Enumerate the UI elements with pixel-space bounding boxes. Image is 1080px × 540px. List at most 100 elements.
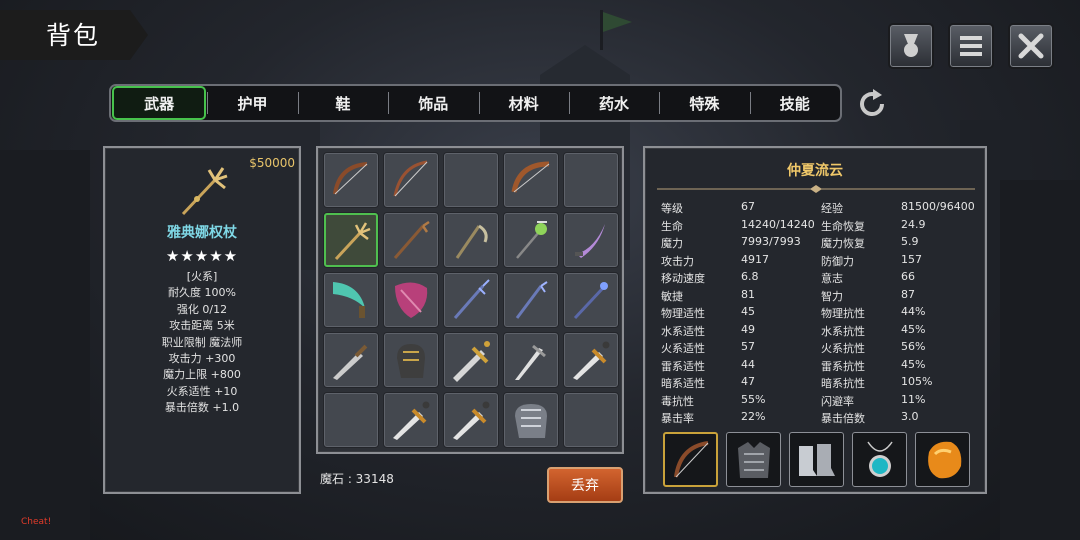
inventory-slot[interactable] xyxy=(504,393,558,447)
discard-button[interactable]: 丢弃 xyxy=(547,467,623,503)
inventory-slot[interactable] xyxy=(564,273,618,327)
ornament-divider xyxy=(657,185,975,193)
item-stats: [火系] 耐久度 100% 强化 0/12 攻击距离 5米 职业限制 魔法师 攻… xyxy=(105,269,299,417)
staff-blue-icon xyxy=(573,282,608,320)
item-stat-line: 职业限制 魔法师 xyxy=(161,335,243,349)
inventory-slot[interactable] xyxy=(384,393,438,447)
inventory-slot[interactable] xyxy=(444,273,498,327)
tab-shoes[interactable]: 鞋 xyxy=(297,86,388,120)
item-price: $50000 xyxy=(249,156,295,170)
item-rating: ★★★★★ xyxy=(165,247,239,265)
character-stats: 等级 67 经验 81500/96400 生命 14240/14240 生命恢复 24.9 … xyxy=(661,200,981,428)
stat-row: 攻击力 4917 防御力 157 xyxy=(661,252,922,268)
category-tabs: 武器 护甲 鞋 饰品 材料 药水 特殊 技能 xyxy=(109,84,842,122)
steel-gauntlet-icon xyxy=(515,404,547,438)
scepter-icon xyxy=(334,222,371,261)
inventory-slot[interactable] xyxy=(324,153,378,207)
tab-accessories[interactable]: 饰品 xyxy=(388,86,478,120)
item-element: [火系] xyxy=(186,270,218,283)
stat-row: 暗系适性 47 暗系抗性 105% xyxy=(661,375,933,390)
menu-button[interactable] xyxy=(948,23,994,69)
inventory-slot[interactable] xyxy=(564,333,618,387)
item-stat-line: 火系适性 +10 xyxy=(166,384,238,398)
inventory-slot[interactable] xyxy=(384,153,438,207)
inventory-slot-empty[interactable] xyxy=(444,153,498,207)
close-button[interactable] xyxy=(1008,23,1054,69)
staff-icon xyxy=(393,220,430,259)
stat-row: 水系适性 49 水系抗性 45% xyxy=(661,322,926,338)
bow-icon xyxy=(511,161,550,193)
item-name: 雅典娜权杖 xyxy=(167,225,237,241)
page-title: 背包 xyxy=(46,21,101,50)
scepter-icon xyxy=(181,167,228,216)
inventory-slot-empty[interactable] xyxy=(564,393,618,447)
inventory-slot[interactable] xyxy=(324,333,378,387)
inventory-slot[interactable] xyxy=(384,333,438,387)
tab-weapons[interactable]: 武器 xyxy=(112,86,207,120)
tab-armor[interactable]: 护甲 xyxy=(207,86,297,120)
item-stat-line: 攻击距离 5米 xyxy=(169,319,235,333)
chest-armor-icon xyxy=(738,442,770,478)
equip-slot-armor[interactable] xyxy=(726,432,781,487)
tab-skills[interactable]: 技能 xyxy=(749,86,840,120)
equip-slot-special[interactable] xyxy=(915,432,970,487)
stat-row: 暴击率 22% 暴击倍数 3.0 xyxy=(661,410,919,425)
boots-icon xyxy=(799,444,835,476)
item-detail-panel: $50000 雅典娜权杖 ★★★★★ [火系] 耐久度 100% 强化 0/12… xyxy=(103,146,301,494)
medal-icon xyxy=(904,34,918,57)
curved-blade-icon xyxy=(575,224,605,258)
equip-slot-accessory[interactable] xyxy=(852,432,907,487)
staff-green-icon xyxy=(516,221,547,259)
stat-row: 物理适性 45 物理抗性 44% xyxy=(661,305,926,320)
tab-materials[interactable]: 材料 xyxy=(478,86,569,120)
stat-row: 雷系适性 44 雷系抗性 45% xyxy=(661,357,926,373)
inventory-slot-empty[interactable] xyxy=(324,393,378,447)
inventory-slot[interactable] xyxy=(444,333,498,387)
inventory-slot[interactable] xyxy=(564,213,618,267)
inventory-slot[interactable] xyxy=(444,393,498,447)
amulet-icon xyxy=(867,441,893,477)
stat-row: 毒抗性 55% 闪避率 11% xyxy=(661,392,926,408)
sword-icon xyxy=(453,401,490,440)
inventory-grid xyxy=(316,146,624,454)
stat-row: 敏捷 81 智力 87 xyxy=(661,287,915,303)
gauntlet-icon xyxy=(397,344,425,378)
stat-row: 等级 67 经验 81500/96400 xyxy=(661,200,975,215)
menu-icon xyxy=(960,36,982,56)
bow-icon xyxy=(674,441,709,478)
inventory-slot-selected[interactable] xyxy=(324,213,378,267)
item-stat-line: 暴击倍数 +1.0 xyxy=(164,401,240,415)
inventory-slot[interactable] xyxy=(384,273,438,327)
tab-special[interactable]: 特殊 xyxy=(659,86,749,120)
gold-sword-icon xyxy=(453,341,490,382)
achievement-button[interactable] xyxy=(888,23,934,69)
tab-potions[interactable]: 药水 xyxy=(568,86,659,120)
item-stat-line: 强化 0/12 xyxy=(176,302,228,316)
inventory-slot[interactable] xyxy=(504,213,558,267)
item-stat-line: 魔力上限 +800 xyxy=(163,368,241,382)
item-stat-line: 耐久度 100% xyxy=(168,286,236,300)
scythe-icon xyxy=(455,224,488,259)
sword-icon xyxy=(393,401,430,440)
inventory-slot[interactable] xyxy=(384,213,438,267)
magic-stone-count: 魔石 : 33148 xyxy=(320,472,394,486)
inventory-slot-empty[interactable] xyxy=(564,153,618,207)
refresh-icon[interactable] xyxy=(856,88,888,120)
bow-icon xyxy=(393,160,428,197)
inventory-slot[interactable] xyxy=(444,213,498,267)
teal-blade-icon xyxy=(333,282,365,318)
inventory-slot[interactable] xyxy=(324,273,378,327)
staff-blue-icon xyxy=(515,281,548,319)
close-icon xyxy=(1018,33,1044,59)
inventory-slot[interactable] xyxy=(504,273,558,327)
equip-slot-boots[interactable] xyxy=(789,432,844,487)
inventory-slot[interactable] xyxy=(504,333,558,387)
equip-slot-weapon[interactable] xyxy=(663,432,718,487)
character-panel: 仲夏流云 等级 67 经验 81500/96400 生命 14240/14240 生命恢复… xyxy=(643,146,987,494)
character-name: 仲夏流云 xyxy=(787,163,843,179)
stat-row: 生命 14240/14240 生命恢复 24.9 xyxy=(661,217,926,233)
silver-sword-icon xyxy=(515,344,546,380)
pink-shield-icon xyxy=(395,282,428,318)
sword-icon xyxy=(333,344,368,380)
inventory-slot[interactable] xyxy=(504,153,558,207)
